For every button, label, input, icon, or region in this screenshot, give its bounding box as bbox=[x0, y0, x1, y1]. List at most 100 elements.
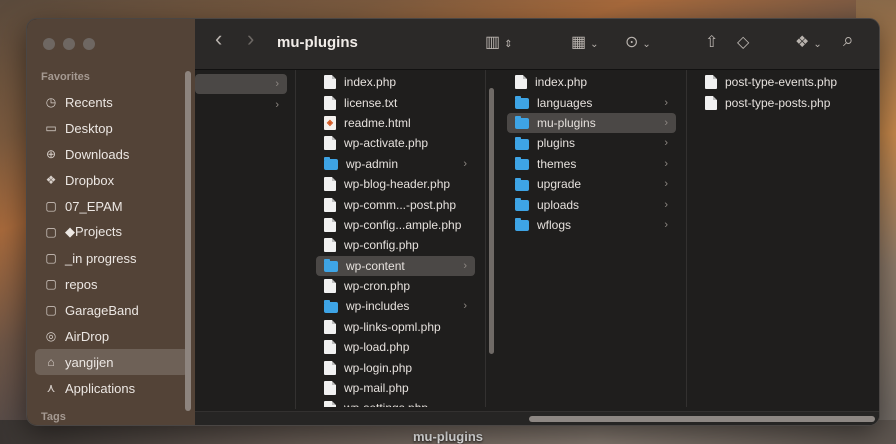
desktop-folder-label[interactable]: mu-plugins bbox=[0, 429, 896, 444]
file-name: wp-links-opml.php bbox=[344, 319, 441, 334]
forward-button[interactable]: › bbox=[247, 28, 254, 50]
list-item[interactable]: wp-config.php bbox=[324, 235, 475, 255]
list-item[interactable]: wp-settings.php bbox=[324, 398, 475, 407]
sidebar-item-dropbox[interactable]: ❖ Dropbox bbox=[35, 167, 189, 193]
list-item[interactable]: index.php bbox=[515, 72, 676, 92]
sidebar-item-label: _in progress bbox=[65, 250, 137, 266]
group-button[interactable]: ▦ ⌄ bbox=[571, 33, 599, 55]
file-name: wp-config...ample.php bbox=[344, 217, 462, 232]
folder-icon: ▢ bbox=[45, 251, 57, 265]
list-item[interactable]: post-type-posts.php bbox=[705, 92, 869, 112]
sidebar-item-recents[interactable]: ◷ Recents bbox=[35, 89, 189, 115]
list-item[interactable]: wp-admin › bbox=[324, 154, 475, 174]
column-2-scrollbar[interactable] bbox=[489, 88, 494, 354]
folder-icon bbox=[324, 299, 338, 313]
sidebar-item-repos[interactable]: ▢ repos bbox=[35, 271, 189, 297]
horizontal-scrollbar[interactable] bbox=[529, 416, 875, 422]
file-name: wp-activate.php bbox=[344, 136, 429, 151]
horizontal-scrollbar-track bbox=[195, 411, 879, 425]
ellipsis-circle-icon: ⊙ bbox=[625, 34, 639, 51]
list-item[interactable]: wp-load.php bbox=[324, 337, 475, 357]
dropbox-icon: ❖ bbox=[795, 34, 810, 51]
list-item[interactable]: themes › bbox=[515, 154, 676, 174]
list-item[interactable]: › bbox=[195, 74, 287, 95]
document-icon bbox=[324, 340, 336, 355]
column-browser: › › index.php license.txt ◈ readme.html wp-ac… bbox=[195, 70, 879, 425]
list-item[interactable]: wp-cron.php bbox=[324, 276, 475, 296]
chevron-right-icon: › bbox=[664, 137, 668, 150]
view-options-button[interactable]: ▥ ⇕ bbox=[485, 33, 513, 55]
list-item[interactable]: wp-config...ample.php bbox=[324, 215, 475, 235]
list-item[interactable]: wflogs › bbox=[515, 215, 676, 235]
folder-icon bbox=[324, 157, 338, 171]
list-item[interactable]: post-type-events.php bbox=[705, 72, 869, 92]
column-2: index.php license.txt ◈ readme.html wp-activ… bbox=[296, 70, 486, 407]
file-name: wp-cron.php bbox=[344, 279, 411, 294]
column-1: › › bbox=[195, 70, 296, 409]
back-button[interactable]: ‹ bbox=[215, 28, 222, 50]
list-item[interactable]: wp-includes › bbox=[324, 296, 475, 316]
sidebar-item-label: Desktop bbox=[65, 120, 113, 136]
zoom-button[interactable] bbox=[83, 38, 95, 50]
share-button[interactable]: ⇧ bbox=[705, 33, 718, 53]
sidebar-scrollbar[interactable] bbox=[185, 71, 191, 411]
file-name: wp-content bbox=[346, 258, 405, 273]
dropbox-button[interactable]: ❖ ⌄ bbox=[795, 33, 822, 55]
minimize-button[interactable] bbox=[63, 38, 75, 50]
list-item[interactable]: wp-content › bbox=[316, 255, 475, 276]
sidebar-item-07-epam[interactable]: ▢ 07_EPAM bbox=[35, 193, 189, 219]
folder-icon: ▢ bbox=[45, 199, 57, 213]
list-item[interactable]: wp-comm...-post.php bbox=[324, 194, 475, 214]
list-item[interactable]: mu-plugins › bbox=[507, 112, 676, 134]
chevron-right-icon: › bbox=[664, 157, 668, 170]
sidebar-item-yangijen[interactable]: ⌂ yangijen bbox=[35, 349, 189, 375]
dropbox-icon: ❖ bbox=[45, 173, 57, 187]
chevron-updown-icon: ⇕ bbox=[504, 39, 513, 50]
sidebar-list: ◷ Recents ▭ Desktop ⊕ Downloads ❖ Dropbox ▢ 07_EP… bbox=[35, 89, 189, 401]
list-item[interactable]: uploads › bbox=[515, 194, 676, 214]
sidebar-item-projects[interactable]: ▢ ◆Projects bbox=[35, 219, 189, 245]
list-item[interactable]: upgrade › bbox=[515, 174, 676, 194]
list-item[interactable]: index.php bbox=[324, 72, 475, 92]
list-item[interactable]: wp-login.php bbox=[324, 357, 475, 377]
chevron-right-icon: › bbox=[664, 116, 668, 129]
list-item[interactable]: wp-mail.php bbox=[324, 378, 475, 398]
list-item[interactable]: languages › bbox=[515, 92, 676, 112]
search-button[interactable]: ⌕ bbox=[843, 31, 854, 51]
list-item[interactable]: wp-links-opml.php bbox=[324, 317, 475, 337]
file-name: upgrade bbox=[537, 177, 582, 192]
folder-icon: ▢ bbox=[45, 303, 57, 317]
applications-icon: ⋏ bbox=[46, 381, 56, 395]
close-button[interactable] bbox=[43, 38, 55, 50]
sidebar-item-label: GarageBand bbox=[65, 302, 139, 318]
tag-button[interactable]: ◇ bbox=[737, 33, 749, 53]
sidebar-item-downloads[interactable]: ⊕ Downloads bbox=[35, 141, 189, 167]
sidebar-item-garageband[interactable]: ▢ GarageBand bbox=[35, 297, 189, 323]
document-icon bbox=[515, 75, 527, 90]
list-item[interactable]: wp-blog-header.php bbox=[324, 174, 475, 194]
file-name: mu-plugins bbox=[537, 115, 596, 130]
sidebar-item-label: Recents bbox=[65, 94, 113, 110]
chevron-right-icon: › bbox=[463, 259, 467, 272]
sidebar-item-desktop[interactable]: ▭ Desktop bbox=[35, 115, 189, 141]
action-button[interactable]: ⊙ ⌄ bbox=[625, 33, 651, 55]
file-name: post-type-posts.php bbox=[725, 95, 831, 110]
sidebar-item-in-progress[interactable]: ▢ _in progress bbox=[35, 245, 189, 271]
file-name: uploads bbox=[537, 197, 580, 212]
sidebar-item-label: 07_EPAM bbox=[65, 198, 123, 214]
list-item[interactable]: license.txt bbox=[324, 92, 475, 112]
file-name: wflogs bbox=[537, 217, 572, 232]
folder-icon bbox=[515, 96, 529, 110]
sidebar-item-applications[interactable]: ⋏ Applications bbox=[35, 375, 189, 401]
list-item[interactable]: wp-activate.php bbox=[324, 133, 475, 153]
sidebar-item-airdrop[interactable]: ◎ AirDrop bbox=[35, 323, 189, 349]
file-name: index.php bbox=[535, 75, 588, 90]
finder-window: Favorites ◷ Recents ▭ Desktop ⊕ Downloads ❖ Dro… bbox=[26, 18, 880, 426]
document-icon bbox=[324, 319, 336, 334]
list-item[interactable]: plugins › bbox=[515, 133, 676, 153]
list-item[interactable]: ◈ readme.html bbox=[324, 113, 475, 133]
window-title: mu-plugins bbox=[277, 34, 358, 51]
chevron-right-icon: › bbox=[664, 218, 668, 231]
folder-icon bbox=[515, 198, 529, 212]
list-item[interactable]: › bbox=[195, 94, 287, 114]
